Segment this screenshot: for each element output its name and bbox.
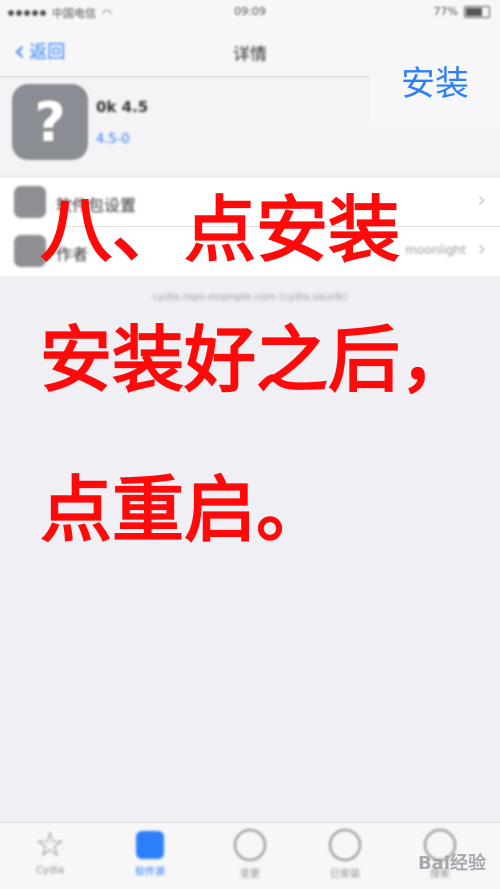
app-name: 0k 4.5 [96, 98, 149, 116]
tab-label: 软件源 [135, 867, 165, 878]
author-value: moonlight [405, 243, 466, 257]
source-footnote: cydia.repo.example.com (cydia.saurik) [152, 292, 348, 303]
install-button[interactable]: 安装 [370, 40, 500, 126]
tab-label: 变更 [240, 869, 260, 880]
download-icon [329, 829, 361, 861]
clock-icon [234, 829, 266, 861]
star-icon: ☆ [34, 825, 66, 865]
status-bar: 中国电信 ◠ 09:09 77% [0, 0, 500, 24]
overlay-caption-line3: 点重启。 [40, 468, 329, 552]
status-time: 09:09 [234, 5, 266, 18]
overlay-caption-line1: 八、点安装 [40, 188, 401, 272]
status-right: 77% [434, 5, 490, 18]
tab-label: Cydia [35, 865, 65, 876]
app-version: 4.5-0 [96, 132, 130, 147]
baidu-watermark: Bai经验 [417, 853, 486, 874]
overlay-caption-line2: 安装好之后， [40, 318, 473, 402]
tab-changes[interactable]: 变更 [210, 829, 290, 880]
app-icon: ? [12, 84, 88, 160]
tab-label: 已安装 [330, 869, 360, 880]
battery-icon [464, 5, 490, 18]
tab-cydia[interactable]: ☆ Cydia [10, 825, 90, 876]
tab-installed[interactable]: 已安装 [305, 829, 385, 880]
tab-sources[interactable]: 软件源 [110, 829, 190, 878]
battery-percent: 77% [433, 5, 458, 18]
chevron-right-icon: › [477, 188, 486, 213]
sources-icon [136, 831, 164, 859]
chevron-right-icon: › [477, 237, 486, 262]
